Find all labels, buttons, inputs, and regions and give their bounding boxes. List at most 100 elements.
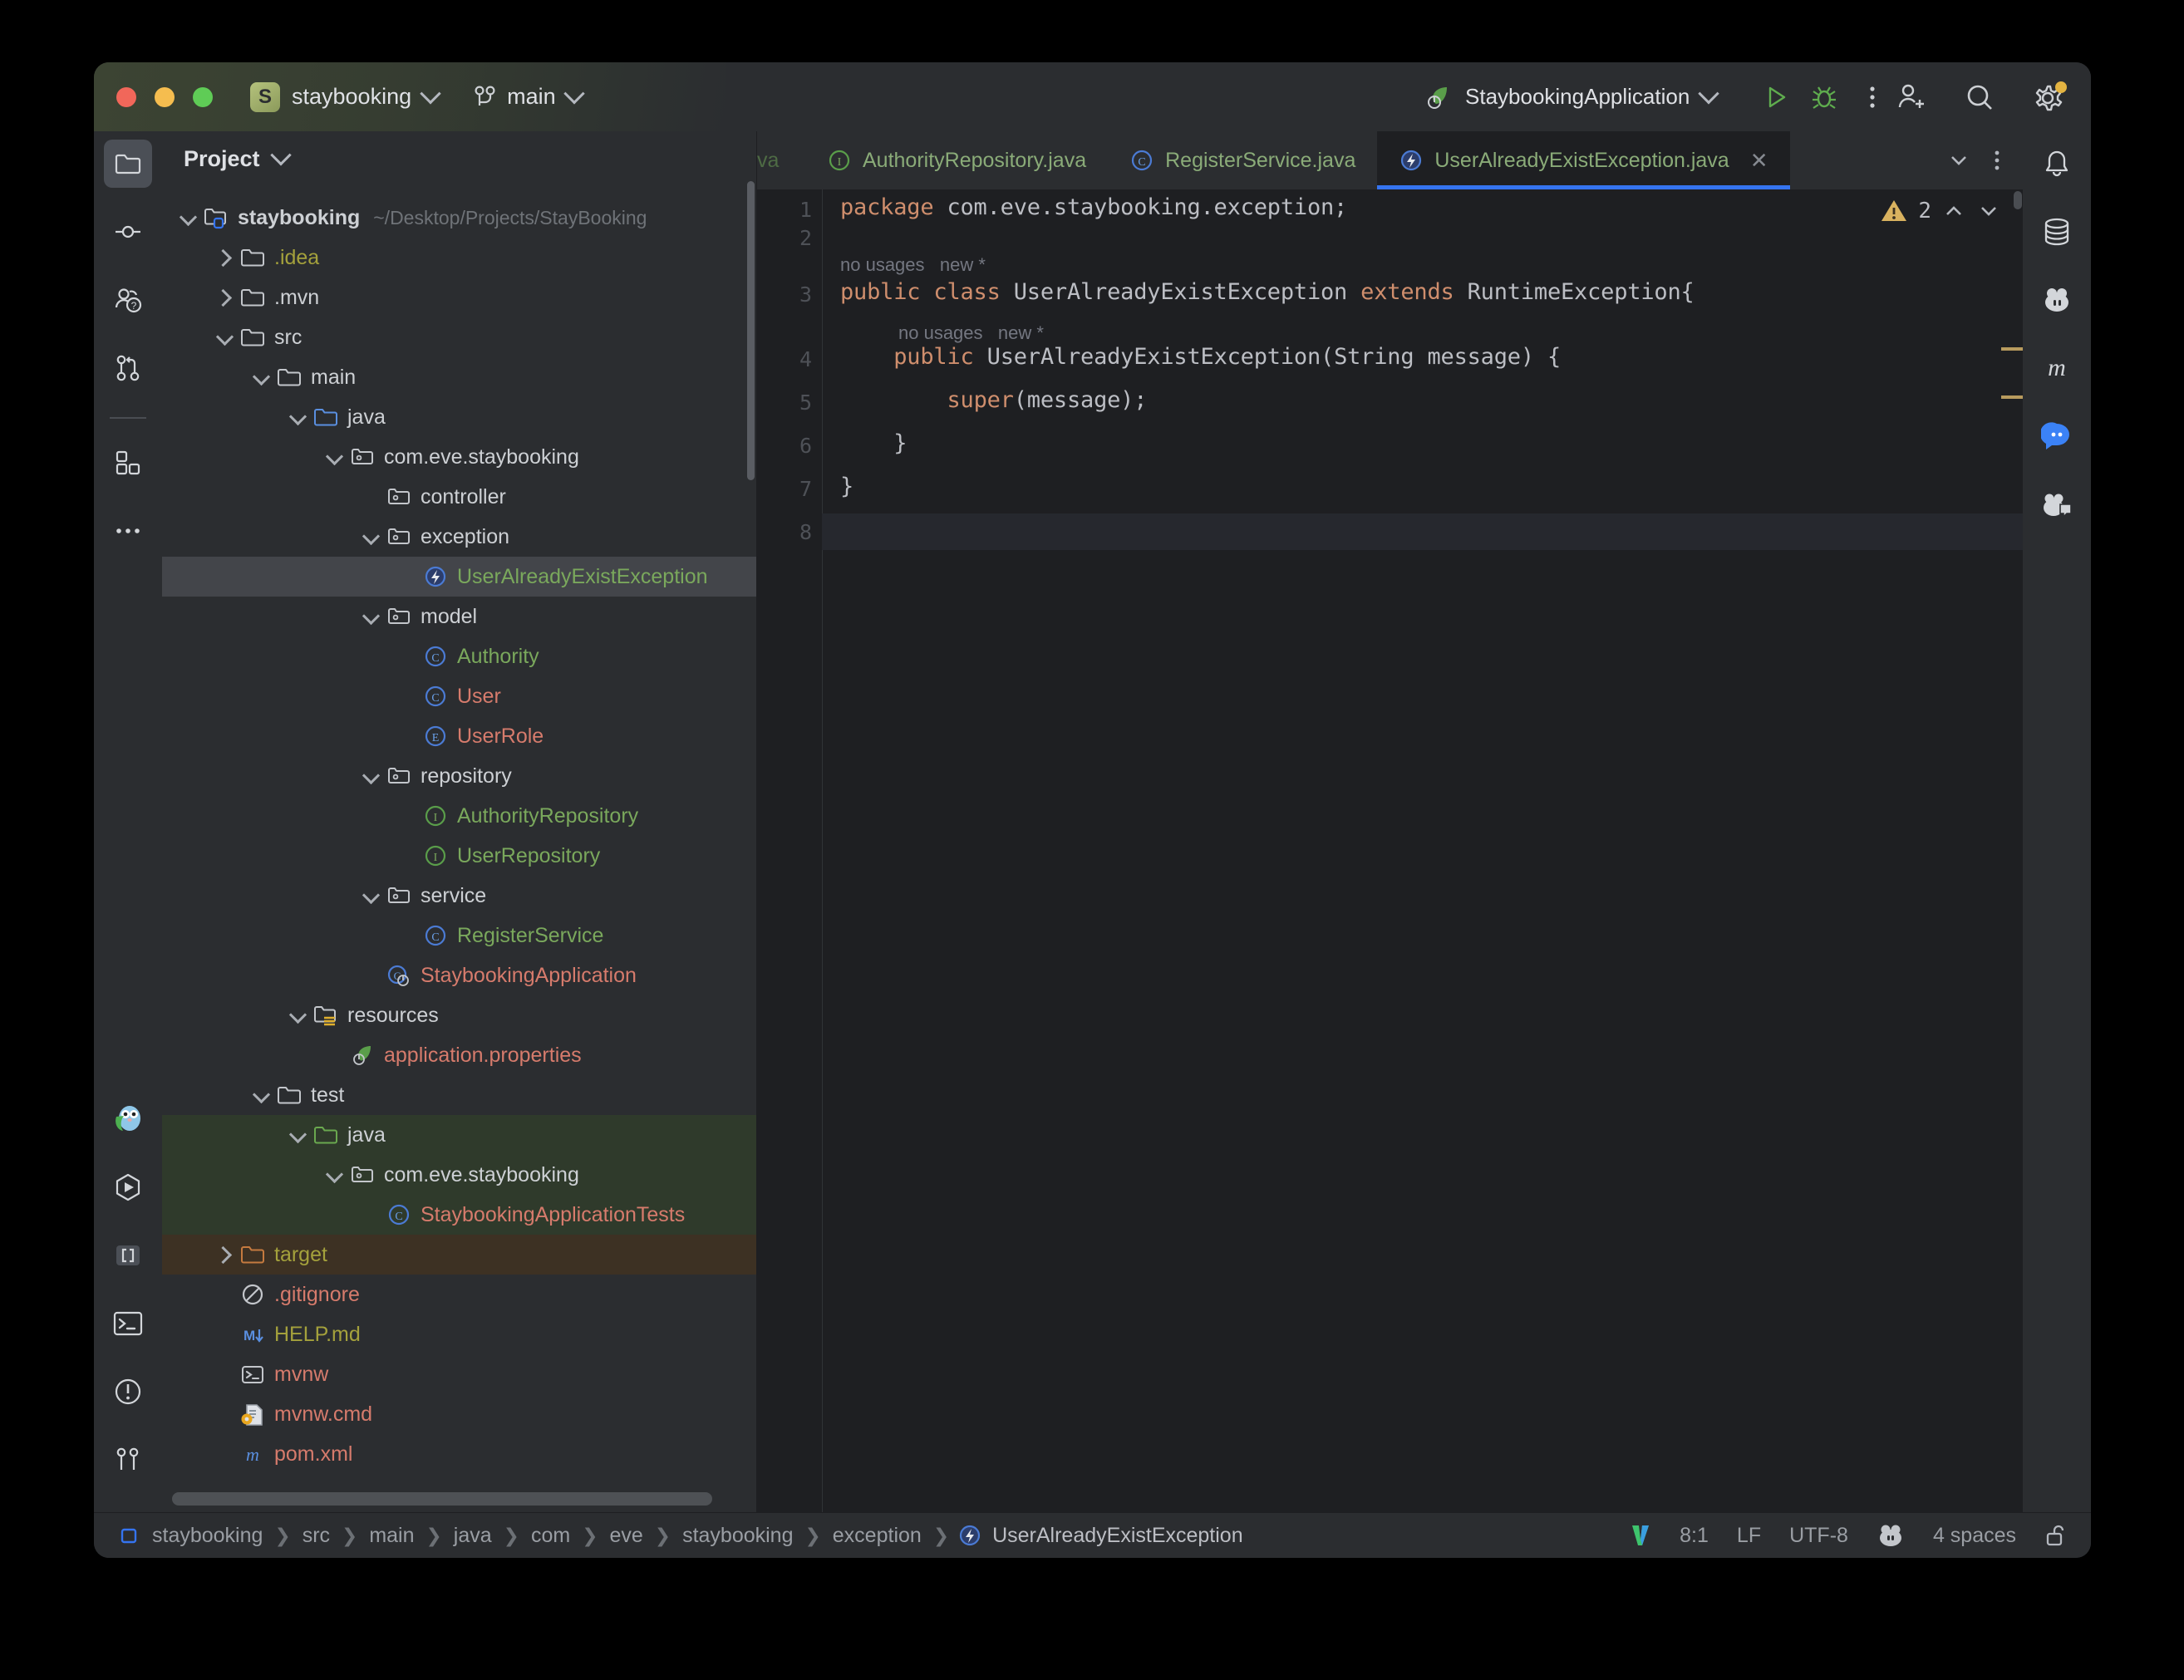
- vertical-scrollbar[interactable]: [747, 181, 755, 480]
- breadcrumb-item[interactable]: staybooking: [147, 1524, 268, 1548]
- chevron-up-icon[interactable]: [1941, 199, 1966, 224]
- more-vertical-icon[interactable]: [1993, 148, 2001, 173]
- tree-node-idea[interactable]: .idea: [162, 238, 757, 278]
- chevron-down-icon[interactable]: [215, 327, 235, 347]
- vim-icon[interactable]: [1630, 1523, 1651, 1548]
- editor-scrollbar[interactable]: [2014, 191, 2022, 209]
- sidebar-item-gopher[interactable]: [104, 1095, 152, 1143]
- breadcrumb[interactable]: staybooking❯src❯main❯java❯com❯eve❯staybo…: [117, 1523, 1248, 1548]
- tree-node-controller[interactable]: controller: [162, 477, 757, 517]
- inlay-hint[interactable]: no usages new *: [840, 254, 986, 276]
- more-horizontal-icon[interactable]: [104, 507, 152, 555]
- tree-node-src[interactable]: src: [162, 317, 757, 357]
- chevron-down-icon[interactable]: [362, 766, 381, 786]
- chevron-down-icon[interactable]: [1946, 148, 1971, 173]
- code-line[interactable]: }: [840, 474, 853, 499]
- more-actions-button[interactable]: [1854, 79, 1891, 115]
- editor-tab[interactable]: CRegisterService.java: [1108, 131, 1377, 189]
- chevron-down-icon[interactable]: [252, 1085, 272, 1105]
- chevron-down-icon[interactable]: [325, 447, 345, 467]
- sidebar-item-version-control[interactable]: [104, 1436, 152, 1484]
- run-button[interactable]: [1758, 79, 1794, 115]
- tree-node-userrepository[interactable]: IUserRepository: [162, 836, 757, 876]
- indent-setting[interactable]: 4 spaces: [1933, 1524, 2016, 1548]
- chevron-right-icon[interactable]: [215, 1245, 235, 1265]
- code-line[interactable]: package com.eve.staybooking.exception;: [840, 194, 1347, 220]
- breadcrumb-item[interactable]: staybooking: [677, 1524, 798, 1548]
- tree-node-resources[interactable]: resources: [162, 995, 757, 1035]
- tree-node-com-eve-staybooking[interactable]: com.eve.staybooking: [162, 437, 757, 477]
- tree-node-registerservice[interactable]: CRegisterService: [162, 916, 757, 955]
- unlocked-icon[interactable]: [2044, 1523, 2068, 1548]
- editor-tab[interactable]: va: [757, 131, 805, 189]
- sidebar-item-plugins[interactable]: [104, 439, 152, 487]
- code-line[interactable]: public UserAlreadyExistException(String …: [840, 344, 1561, 370]
- tree-node-useralreadyexistexception[interactable]: UserAlreadyExistException: [162, 557, 757, 597]
- chevron-right-icon[interactable]: [215, 248, 235, 268]
- tree-node-help-md[interactable]: MHELP.md: [162, 1314, 757, 1354]
- project-selector[interactable]: S staybooking: [250, 82, 438, 112]
- tree-node-mvnw[interactable]: mvnw: [162, 1354, 757, 1394]
- breadcrumb-item[interactable]: UserAlreadyExistException: [987, 1524, 1248, 1548]
- code-line[interactable]: public class UserAlreadyExistException e…: [840, 279, 1695, 305]
- chevron-down-icon[interactable]: [270, 145, 291, 165]
- code-line[interactable]: super(message);: [840, 387, 1147, 413]
- tree-node-repository[interactable]: repository: [162, 756, 757, 796]
- tree-node-staybookingapplication[interactable]: CStaybookingApplication: [162, 955, 757, 995]
- branch-selector[interactable]: main: [475, 84, 582, 110]
- chevron-down-icon[interactable]: [325, 1165, 345, 1185]
- tree-node-application-properties[interactable]: application.properties: [162, 1035, 757, 1075]
- sidebar-item-pull-requests[interactable]: [104, 344, 152, 392]
- sidebar-item-commit[interactable]: [104, 208, 152, 256]
- chevron-down-icon[interactable]: [362, 886, 381, 906]
- tree-node-java[interactable]: java: [162, 397, 757, 437]
- sidebar-item-structure[interactable]: [104, 1231, 152, 1280]
- tree-node-model[interactable]: model: [162, 597, 757, 636]
- notifications-icon[interactable]: [2033, 140, 2081, 188]
- project-tree[interactable]: staybooking~/Desktop/Projects/StayBookin…: [162, 186, 757, 1512]
- encoding[interactable]: UTF-8: [1789, 1524, 1848, 1548]
- tree-node-mvnw-cmd[interactable]: mvnw.cmd: [162, 1394, 757, 1434]
- tree-node-staybooking[interactable]: staybooking~/Desktop/Projects/StayBookin…: [162, 198, 757, 238]
- code-with-me-icon[interactable]: [2033, 480, 2081, 528]
- tree-node-mvn[interactable]: .mvn: [162, 278, 757, 317]
- sidebar-item-problems[interactable]: [104, 1368, 152, 1416]
- chevron-down-icon[interactable]: [1976, 199, 2001, 224]
- breadcrumb-item[interactable]: src: [298, 1524, 335, 1548]
- tree-node-authority[interactable]: CAuthority: [162, 636, 757, 676]
- breadcrumb-item[interactable]: com: [526, 1524, 575, 1548]
- sidebar-item-run[interactable]: [104, 1163, 152, 1211]
- tree-node-target[interactable]: target: [162, 1235, 757, 1275]
- chevron-down-icon[interactable]: [362, 607, 381, 626]
- chat-bubble-icon[interactable]: [2033, 412, 2081, 460]
- close-window-button[interactable]: [116, 87, 136, 107]
- tree-node-authorityrepository[interactable]: IAuthorityRepository: [162, 796, 757, 836]
- chevron-down-icon[interactable]: [288, 407, 308, 427]
- sidebar-item-ai-assistant[interactable]: ?: [104, 276, 152, 324]
- tree-node-staybookingapplicationtests[interactable]: CStaybookingApplicationTests: [162, 1195, 757, 1235]
- chevron-down-icon[interactable]: [288, 1125, 308, 1145]
- editor-tab[interactable]: UserAlreadyExistException.java✕: [1377, 131, 1789, 189]
- close-icon[interactable]: ✕: [1750, 148, 1768, 174]
- tree-node-com-eve-staybooking[interactable]: com.eve.staybooking: [162, 1155, 757, 1195]
- tree-node-gitignore[interactable]: .gitignore: [162, 1275, 757, 1314]
- line-separator[interactable]: LF: [1737, 1524, 1761, 1548]
- tree-node-service[interactable]: service: [162, 876, 757, 916]
- code-editor[interactable]: 12345678 package com.eve.staybooking.exc…: [757, 189, 2023, 1512]
- database-icon[interactable]: [2033, 208, 2081, 256]
- sidebar-item-project[interactable]: [104, 140, 152, 188]
- add-account-icon[interactable]: [1891, 79, 1928, 115]
- chevron-down-icon[interactable]: [288, 1005, 308, 1025]
- tree-node-main[interactable]: main: [162, 357, 757, 397]
- ai-assistant-icon[interactable]: [2033, 276, 2081, 324]
- inlay-hint[interactable]: no usages new *: [898, 322, 1044, 344]
- breadcrumb-item[interactable]: exception: [828, 1524, 927, 1548]
- breadcrumb-item[interactable]: eve: [604, 1524, 647, 1548]
- tree-node-exception[interactable]: exception: [162, 517, 757, 557]
- chevron-down-icon[interactable]: [252, 367, 272, 387]
- minimize-window-button[interactable]: [155, 87, 175, 107]
- tree-node-java[interactable]: java: [162, 1115, 757, 1155]
- assistant-icon[interactable]: [1877, 1523, 1905, 1548]
- tree-node-userrole[interactable]: EUserRole: [162, 716, 757, 756]
- maven-icon[interactable]: m: [2033, 344, 2081, 392]
